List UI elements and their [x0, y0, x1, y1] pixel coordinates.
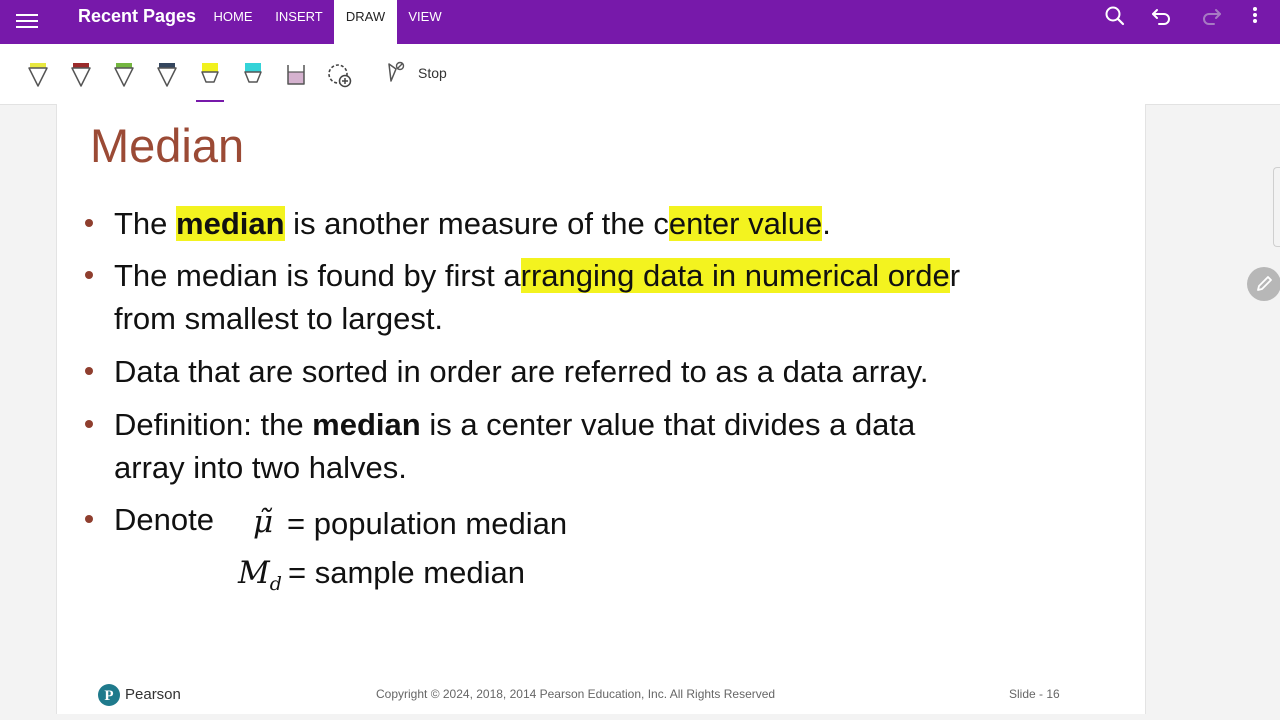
pen-floating-button[interactable] [1247, 267, 1280, 301]
bullet-dot [85, 515, 93, 523]
pearson-brand: Pearson [125, 686, 181, 703]
bullet-2: The median is found by first arranging d… [114, 254, 1134, 340]
stop-label: Stop [418, 65, 447, 81]
app-bar: Recent Pages HOME INSERT DRAW VIEW [0, 0, 1280, 44]
bullet-4-line-2: array into two halves. [114, 450, 407, 485]
bullet-4: Definition: the median is a center value… [114, 403, 1134, 489]
sample-median-symbol: Md [238, 555, 282, 595]
slide-title: Median [90, 119, 245, 172]
sample-median-letter: M [238, 555, 270, 591]
copyright-text: Copyright © 2024, 2018, 2014 Pearson Edu… [376, 687, 776, 701]
bullet-dot [85, 420, 93, 428]
sample-median-text: = sample median [288, 555, 525, 590]
pencil-icon [1257, 276, 1272, 291]
search-icon[interactable] [1102, 4, 1128, 28]
slide-page[interactable]: Median The median is another measure of … [56, 104, 1146, 714]
selected-tool-indicator [196, 100, 224, 102]
undo-icon[interactable] [1150, 4, 1176, 28]
scroll-handle[interactable] [1273, 167, 1280, 247]
tab-draw[interactable]: DRAW [334, 0, 397, 44]
bullet-1-text: . [822, 206, 831, 241]
draw-toolbar: Stop [0, 44, 1280, 105]
population-median-symbol: μ̃ [253, 504, 274, 540]
highlighter-yellow-icon[interactable] [196, 60, 224, 90]
pearson-logo-icon: P [98, 684, 120, 706]
highlighter-cyan-icon[interactable] [239, 60, 267, 90]
pen-red-icon[interactable] [67, 60, 95, 90]
recent-pages-title[interactable]: Recent Pages [78, 6, 196, 26]
bullet-1: The median is another measure of the cen… [114, 202, 831, 245]
tab-home[interactable]: HOME [200, 0, 266, 44]
bullet-dot [85, 271, 93, 279]
bullet-dot [85, 219, 93, 227]
highlighted-median: median [176, 206, 285, 241]
population-median-text: = population median [287, 506, 568, 541]
bullet-2-text: The median is found by first a [114, 258, 521, 293]
bullet-5-label: Denote [114, 502, 214, 537]
bullet-3: Data that are sorted in order are referr… [114, 354, 929, 389]
stop-drawing-icon [388, 61, 405, 82]
highlighter-purple-icon[interactable] [282, 60, 310, 90]
redo-icon[interactable] [1197, 4, 1223, 28]
tab-insert[interactable]: INSERT [266, 0, 332, 44]
add-pen-icon[interactable] [325, 60, 353, 90]
pen-yellow-icon[interactable] [24, 60, 52, 90]
pen-navy-icon[interactable] [153, 60, 181, 90]
pen-green-icon[interactable] [110, 60, 138, 90]
sample-median-subscript: d [269, 573, 282, 596]
bullet-2-line-2: from smallest to largest. [114, 301, 444, 336]
bullet-1-text: The [114, 206, 177, 241]
bullet-dot [85, 367, 93, 375]
highlighted-center-value: enter value [668, 206, 823, 241]
svg-text:P: P [104, 688, 113, 704]
highlighted-arranging-data: rranging data in numerical orde [520, 258, 950, 293]
more-vert-icon[interactable] [1242, 4, 1268, 28]
bullet-2-text: r [949, 258, 961, 293]
hamburger-menu-icon[interactable] [16, 10, 38, 34]
bullet-1-text: is another measure of the c [284, 206, 669, 241]
bullet-4-text: Definition: the [114, 407, 313, 442]
tab-view[interactable]: VIEW [397, 0, 453, 44]
bullet-4-text: is a center value that divides a data [420, 407, 916, 442]
slide-number: Slide - 16 [1009, 687, 1060, 701]
bold-median: median [312, 407, 421, 442]
